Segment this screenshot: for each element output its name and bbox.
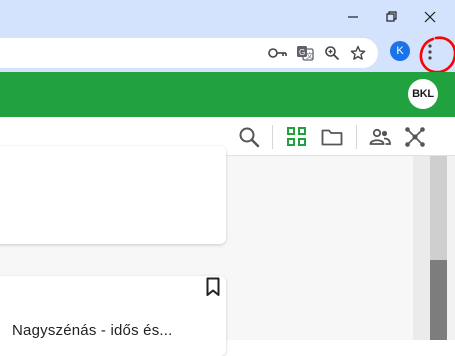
restore-button[interactable]: [372, 0, 412, 34]
minimize-icon: [348, 16, 358, 18]
minimize-button[interactable]: [333, 0, 373, 34]
star-icon[interactable]: [348, 43, 368, 63]
card-title[interactable]: Nagyszénás - idős és...: [12, 322, 173, 339]
more-vert-icon[interactable]: [423, 38, 437, 66]
content-area: [0, 146, 413, 356]
content-card[interactable]: [0, 276, 226, 356]
translate-icon[interactable]: G 文: [295, 43, 315, 63]
folder-icon[interactable]: [320, 125, 344, 149]
close-icon: [424, 11, 436, 23]
key-icon[interactable]: [268, 43, 288, 63]
profile-avatar[interactable]: K: [390, 41, 410, 61]
scrollbar-track-upper[interactable]: [430, 156, 447, 260]
people-icon[interactable]: [368, 125, 392, 149]
content-card[interactable]: [0, 146, 226, 244]
close-button[interactable]: [410, 0, 450, 34]
action-divider: [356, 125, 357, 149]
browser-toolbar: G 文: [0, 34, 455, 72]
restore-icon: [386, 11, 397, 22]
scrollbar-thumb[interactable]: [430, 260, 447, 340]
zoom-icon[interactable]: [322, 43, 342, 63]
bookmark-icon[interactable]: [206, 277, 220, 297]
svg-text:G: G: [299, 48, 305, 57]
svg-text:文: 文: [306, 51, 313, 60]
window-edge: [447, 156, 455, 340]
search-icon[interactable]: [237, 125, 261, 149]
action-divider: [272, 125, 273, 149]
user-avatar[interactable]: BKL: [408, 79, 438, 109]
grid-view-icon[interactable]: [285, 125, 309, 149]
network-icon[interactable]: [403, 125, 427, 149]
app-header: [0, 72, 455, 117]
